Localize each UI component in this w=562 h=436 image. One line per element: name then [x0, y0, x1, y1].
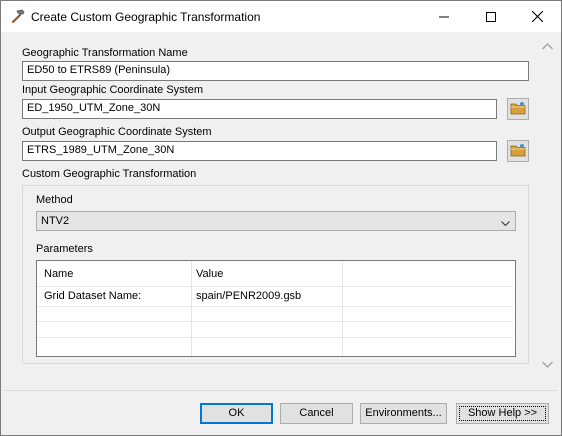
chevron-down-icon — [501, 218, 510, 230]
transformation-name-label: Geographic Transformation Name — [22, 47, 188, 59]
input-gcs-label: Input Geographic Coordinate System — [22, 84, 203, 96]
hammer-icon — [10, 8, 26, 24]
output-gcs-field[interactable]: ETRS_1989_UTM_Zone_30N — [22, 141, 497, 161]
column-header-value[interactable]: Value — [196, 268, 223, 280]
folder-icon — [510, 101, 526, 118]
parameter-name-cell: Grid Dataset Name: — [44, 290, 142, 302]
parameter-value-cell[interactable]: spain/PENR2009.gsb — [196, 290, 301, 302]
method-label: Method — [36, 194, 73, 206]
parameters-label: Parameters — [36, 243, 93, 255]
minimize-icon — [439, 12, 449, 22]
output-gcs-label: Output Geographic Coordinate System — [22, 126, 212, 138]
form-panel: Geographic Transformation Name ED50 to E… — [4, 33, 538, 390]
cancel-button[interactable]: Cancel — [280, 403, 353, 424]
maximize-button[interactable] — [468, 1, 514, 32]
method-dropdown[interactable]: NTV2 — [36, 211, 516, 231]
folder-icon — [510, 143, 526, 160]
minimize-button[interactable] — [421, 1, 467, 32]
close-icon — [531, 11, 543, 22]
maximize-icon — [486, 11, 496, 22]
window-title: Create Custom Geographic Transformation — [31, 10, 261, 24]
vertical-scrollbar[interactable] — [538, 33, 558, 390]
parameters-table[interactable]: Name Value Grid Dataset Name: spain/PENR… — [36, 260, 516, 357]
show-help-button[interactable]: Show Help >> — [456, 403, 549, 424]
dialog-window: Create Custom Geographic Transformation … — [0, 0, 562, 436]
transformation-name-input[interactable]: ED50 to ETRS89 (Peninsula) — [22, 61, 529, 81]
ok-button[interactable]: OK — [200, 403, 273, 424]
scroll-up-icon[interactable] — [542, 41, 553, 53]
dialog-footer: OK Cancel Environments... Show Help >> — [4, 390, 558, 433]
column-header-name[interactable]: Name — [44, 268, 73, 280]
title-bar[interactable]: Create Custom Geographic Transformation — [1, 1, 561, 32]
close-button[interactable] — [514, 1, 560, 32]
input-gcs-field[interactable]: ED_1950_UTM_Zone_30N — [22, 99, 497, 119]
scroll-down-icon[interactable] — [542, 359, 553, 371]
custom-transformation-label: Custom Geographic Transformation — [22, 168, 197, 180]
environments-button[interactable]: Environments... — [360, 403, 447, 424]
method-value: NTV2 — [41, 215, 70, 227]
custom-transformation-group: Method NTV2 Parameters Name Value Grid D… — [22, 185, 529, 364]
input-gcs-browse-button[interactable] — [507, 98, 529, 120]
output-gcs-browse-button[interactable] — [507, 140, 529, 162]
